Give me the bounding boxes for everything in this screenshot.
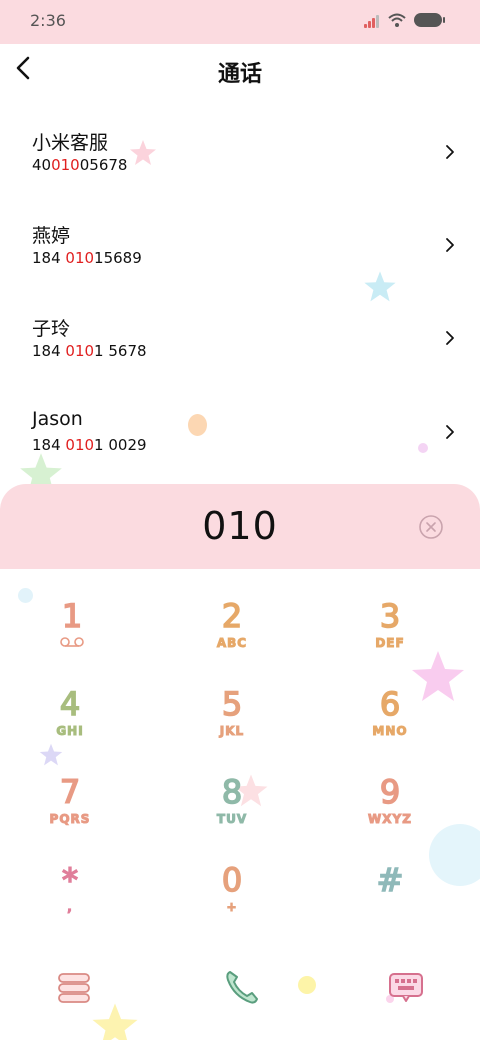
phone-call-icon[interactable] [222,966,262,1006]
status-bar: 2:36 [0,0,480,44]
contact-item[interactable]: 子玲 184 0101 5678 [0,296,480,382]
page-title: 通话 [217,62,262,87]
header: 通话 [0,44,480,96]
match-highlight: 010 [65,249,95,267]
menu-icon[interactable] [54,968,94,1008]
key-digit: 3 [379,597,401,635]
key-2[interactable]: 2 ABC [172,597,292,678]
key-digit: 9 [379,773,401,811]
key-7[interactable]: 7 PQRS [10,773,130,854]
key-letters: , [67,900,73,915]
keyboard-icon[interactable] [386,966,426,1006]
contact-name: 燕婷 [32,225,71,247]
key-digit: 7 [59,773,81,811]
bottom-bar [0,960,480,1020]
key-hash[interactable]: # [330,861,450,942]
key-letters: WXYZ [368,812,412,827]
key-6[interactable]: 6 MNO [330,685,450,766]
contact-name: 子玲 [32,318,71,340]
chevron-right-icon [446,145,454,159]
key-letters: + [226,900,238,915]
key-digit: 1 [61,597,83,635]
key-digit: 8 [221,773,243,811]
dialed-number[interactable]: 010 [0,504,480,548]
match-highlight: 010 [65,342,95,360]
key-letters: PQRS [49,812,91,827]
key-9[interactable]: 9 WXYZ [330,773,450,854]
chevron-right-icon [446,331,454,345]
contact-number: 184 01015689 [32,249,142,267]
key-digit: 5 [221,685,243,723]
contact-number: 4001005678 [32,156,128,174]
delete-icon[interactable] [418,514,444,540]
key-letters: MNO [372,724,408,739]
key-star[interactable]: * , [10,861,130,942]
key-digit: 2 [221,597,243,635]
keypad: 1 2 ABC 3 DEF 4 GHI 5 JKL 6 MNO 7 PQRS 8… [0,580,480,940]
key-3[interactable]: 3 DEF [330,597,450,678]
wifi-icon [388,13,406,27]
dial-display: 010 [0,484,480,569]
chevron-right-icon [446,238,454,252]
key-digit: 6 [379,685,401,723]
key-digit: # [376,861,404,899]
contact-number: 184 0101 0029 [32,436,147,454]
key-8[interactable]: 8 TUV [172,773,292,854]
contact-name: 小米客服 [32,132,109,154]
match-highlight: 010 [65,436,95,454]
contact-name: Jason [32,408,83,430]
key-1[interactable]: 1 [12,597,132,678]
key-5[interactable]: 5 JKL [172,685,292,766]
chevron-right-icon [446,425,454,439]
key-0[interactable]: 0 + [172,861,292,942]
key-letters: JKL [219,724,245,739]
voicemail-icon [60,637,84,647]
key-digit: 4 [59,685,81,723]
status-icons [364,12,454,30]
status-time: 2:36 [30,11,66,30]
contact-number: 184 0101 5678 [32,342,147,360]
key-letters: ABC [216,636,248,651]
key-digit: * [61,861,79,899]
key-letters: GHI [56,724,84,739]
battery-icon [414,13,445,27]
key-letters: TUV [216,812,248,827]
signal-icon [364,14,382,28]
key-4[interactable]: 4 GHI [10,685,130,766]
match-highlight: 010 [51,156,80,174]
contact-item[interactable]: 燕婷 184 01015689 [0,203,480,289]
contact-item[interactable]: Jason 184 0101 0029 [0,390,480,476]
key-digit: 0 [221,861,243,899]
key-letters: DEF [375,636,405,651]
contact-item[interactable]: 小米客服 4001005678 [0,110,480,196]
